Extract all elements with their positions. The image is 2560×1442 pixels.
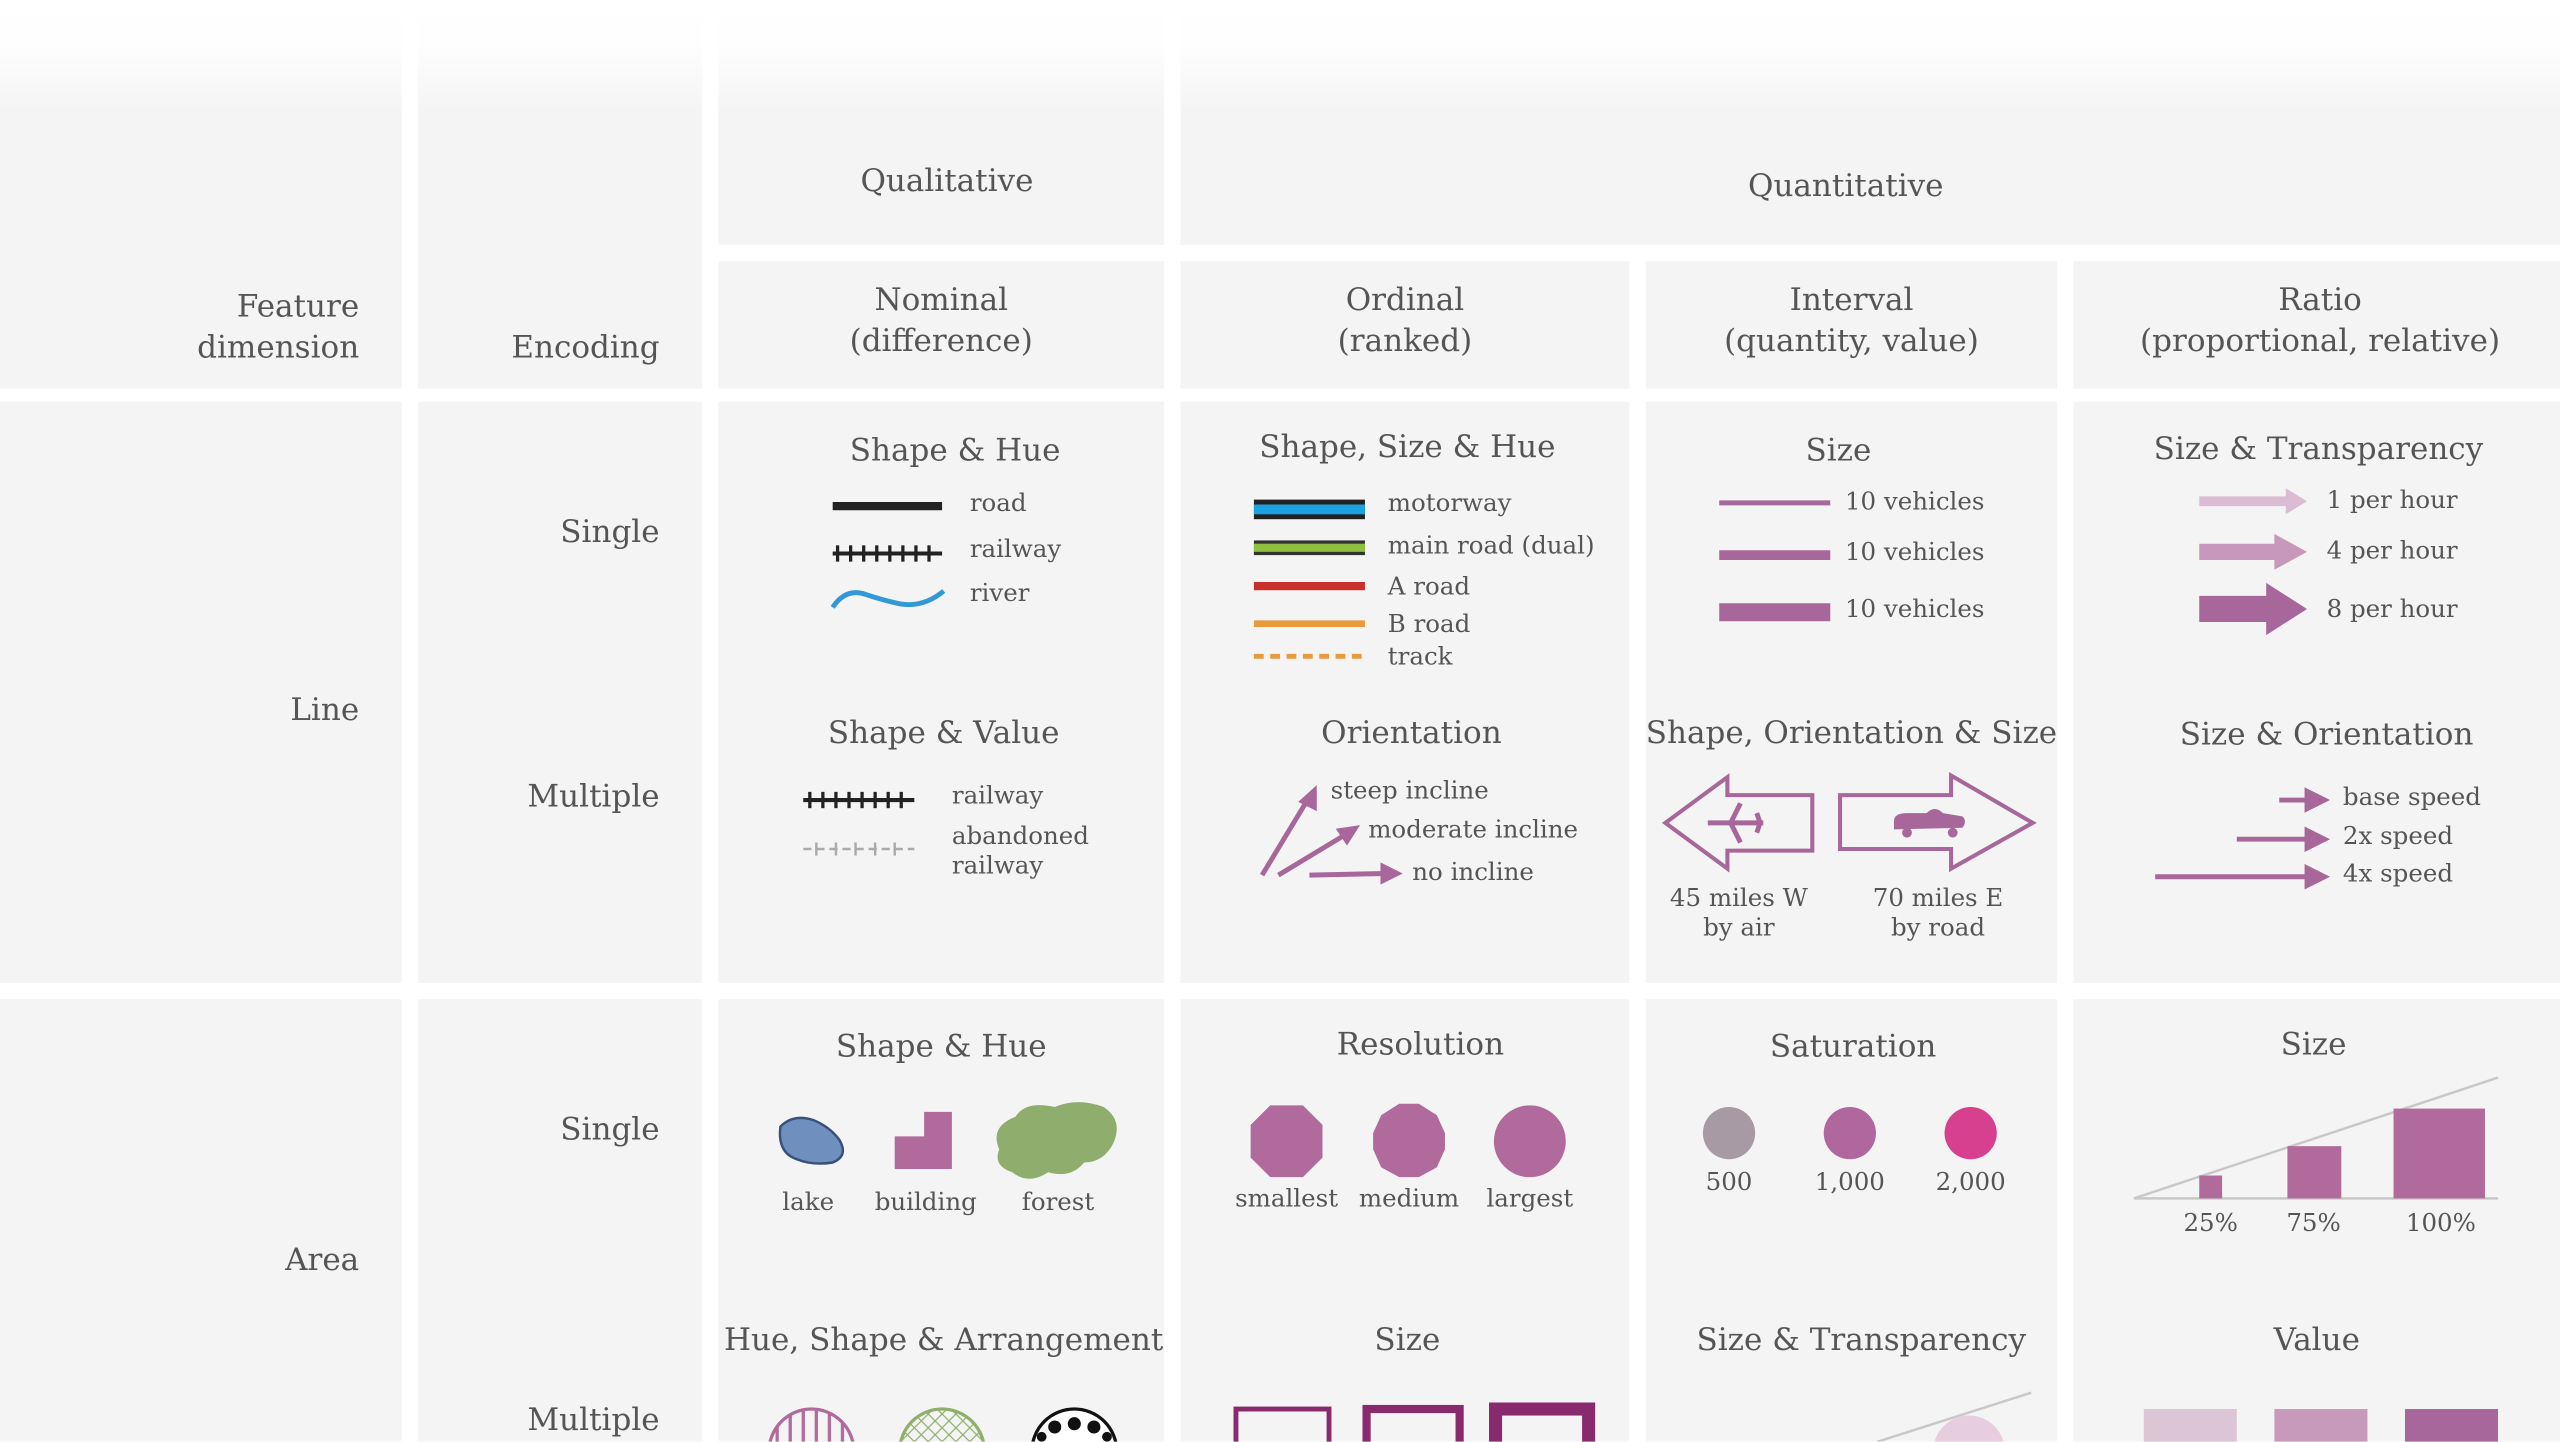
value-swatch-dark bbox=[2404, 1409, 2499, 1442]
base-speed-arrow bbox=[2279, 787, 2331, 813]
car-icon bbox=[1893, 809, 1965, 830]
building-shape bbox=[894, 1111, 952, 1170]
quadruple-speed-arrow bbox=[2155, 864, 2331, 890]
size-square-small bbox=[1233, 1406, 1332, 1442]
lake-shape bbox=[778, 1116, 845, 1165]
motorway-symbol bbox=[1253, 499, 1365, 520]
smallest-resolution-shape bbox=[1250, 1105, 1323, 1178]
largest-resolution-shape bbox=[1493, 1105, 1566, 1178]
one-per-hour-arrow bbox=[2199, 488, 2308, 515]
four-per-hour-arrow bbox=[2199, 533, 2308, 570]
legend-symbols bbox=[768, 488, 2499, 1442]
air-arrow-icon bbox=[1661, 773, 1815, 873]
percent-25-bar bbox=[2199, 1175, 2223, 1199]
hatched-circle-green bbox=[899, 1407, 986, 1442]
size-square-large bbox=[1489, 1402, 1596, 1442]
abandoned-railway-symbol bbox=[803, 842, 915, 856]
saturation-500-circle bbox=[1702, 1106, 1756, 1160]
medium-resolution-shape bbox=[1373, 1103, 1445, 1178]
moderate-incline-arrow bbox=[1277, 825, 1361, 878]
size-square-medium bbox=[1362, 1404, 1464, 1442]
eight-per-hour-arrow bbox=[2199, 582, 2308, 636]
dotted-circle-black bbox=[1031, 1407, 1118, 1442]
steep-incline-arrow bbox=[1259, 785, 1317, 877]
forest-shape bbox=[996, 1102, 1117, 1179]
double-speed-arrow bbox=[2236, 826, 2331, 852]
road-arrow-icon bbox=[1838, 771, 2037, 873]
plane-icon bbox=[1707, 802, 1764, 844]
saturation-1000-circle bbox=[1823, 1106, 1876, 1160]
hatched-circle-vertical bbox=[768, 1407, 855, 1442]
encoding-matrix: Feature dimension Encoding Qualitative Q… bbox=[0, 0, 2560, 1442]
railway-multiple-symbol bbox=[803, 791, 915, 809]
value-swatch-medium bbox=[2274, 1409, 2368, 1442]
percent-75-bar bbox=[2287, 1146, 2342, 1199]
railway-symbol bbox=[832, 545, 943, 562]
percent-100-bar bbox=[2393, 1108, 2485, 1199]
main-road-symbol bbox=[1253, 540, 1365, 556]
river-symbol bbox=[830, 589, 946, 609]
no-incline-arrow bbox=[1309, 862, 1403, 885]
saturation-2000-circle bbox=[1944, 1106, 1997, 1160]
value-swatch-light bbox=[2143, 1409, 2237, 1442]
